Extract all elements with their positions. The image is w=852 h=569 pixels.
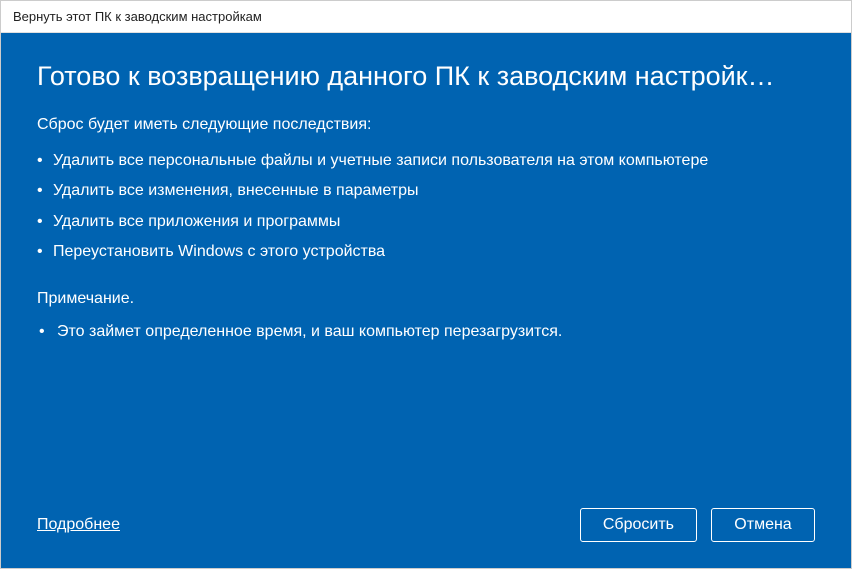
window-titlebar: Вернуть этот ПК к заводским настройкам [1, 1, 851, 33]
consequences-list: Удалить все персональные файлы и учетные… [37, 146, 815, 268]
dialog-footer: Подробнее Сбросить Отмена [37, 508, 815, 542]
list-item: Удалить все персональные файлы и учетные… [37, 146, 815, 176]
list-item: Переустановить Windows с этого устройств… [37, 237, 815, 267]
list-item: Это займет определенное время, и ваш ком… [37, 318, 815, 347]
reset-pc-dialog: Вернуть этот ПК к заводским настройкам Г… [0, 0, 852, 569]
list-item: Удалить все приложения и программы [37, 207, 815, 237]
intro-text: Сброс будет иметь следующие последствия: [37, 116, 815, 134]
learn-more-link[interactable]: Подробнее [37, 516, 120, 534]
cancel-button[interactable]: Отмена [711, 508, 815, 542]
list-item: Удалить все изменения, внесенные в парам… [37, 176, 815, 206]
window-title: Вернуть этот ПК к заводским настройкам [13, 9, 262, 24]
notes-list: Это займет определенное время, и ваш ком… [37, 318, 815, 347]
button-group: Сбросить Отмена [580, 508, 815, 542]
dialog-content: Готово к возвращению данного ПК к заводс… [1, 33, 851, 568]
page-heading: Готово к возвращению данного ПК к заводс… [37, 61, 815, 92]
reset-button[interactable]: Сбросить [580, 508, 697, 542]
note-heading: Примечание. [37, 290, 815, 308]
